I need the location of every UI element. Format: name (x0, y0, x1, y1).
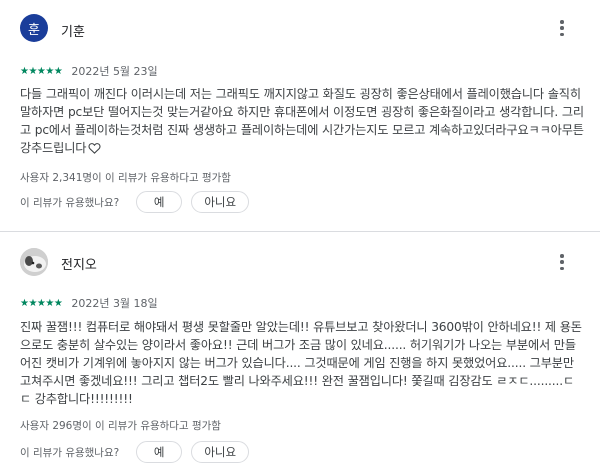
no-button[interactable]: 아니요 (191, 441, 250, 463)
review-card: 훈 기훈 ★★★★★ 2022년 5월 23일 다들 그래픽이 깨진다 이러시는… (0, 0, 600, 232)
review-date: 2022년 5월 23일 (71, 65, 158, 78)
yes-button[interactable]: 예 (136, 441, 183, 463)
star-rating-icon: ★★★★★ (20, 297, 63, 309)
rating-row: ★★★★★ 2022년 3월 18일 (20, 296, 158, 310)
avatar (20, 248, 48, 276)
more-options-icon[interactable] (556, 18, 568, 38)
review-body: 진짜 꿀잼!!! 컴퓨터로 해야돼서 평생 못할줄만 알았는데!! 유튜브보고 … (20, 320, 582, 406)
helpful-question: 이 리뷰가 유용했나요? (20, 196, 120, 209)
more-options-icon[interactable] (556, 252, 568, 272)
review-body: 다들 그래픽이 깨진다 이러시는데 저는 그래픽도 깨지지않고 화질도 굉장히 … (20, 87, 584, 155)
review-text: 다들 그래픽이 깨진다 이러시는데 저는 그래픽도 깨지지않고 화질도 굉장히 … (20, 85, 585, 157)
avatar: 훈 (20, 14, 48, 42)
avatar-letter: 훈 (28, 22, 40, 38)
reviewer-name: 전지오 (61, 258, 97, 273)
review-card: 전지오 ★★★★★ 2022년 3월 18일 진짜 꿀잼!!! 컴퓨터로 해야돼… (0, 232, 600, 476)
helpful-count: 사용자 296명이 이 리뷰가 유용하다고 평가함 (20, 420, 221, 432)
star-rating-icon: ★★★★★ (20, 65, 63, 77)
yes-button[interactable]: 예 (136, 191, 183, 213)
no-button[interactable]: 아니요 (191, 191, 250, 213)
helpful-question: 이 리뷰가 유용했나요? (20, 446, 120, 459)
rating-row: ★★★★★ 2022년 5월 23일 (20, 64, 158, 78)
review-text: 진짜 꿀잼!!! 컴퓨터로 해야돼서 평생 못할줄만 알았는데!! 유튜브보고 … (20, 318, 585, 408)
reviewer-name: 기훈 (61, 25, 85, 40)
review-date: 2022년 3월 18일 (71, 297, 158, 310)
helpful-question-row: 이 리뷰가 유용했나요? 예 아니요 (20, 189, 250, 215)
helpful-question-row: 이 리뷰가 유용했나요? 예 아니요 (20, 439, 250, 465)
profile-photo-icon (20, 248, 48, 276)
heart-outline-icon (88, 143, 101, 154)
helpful-count: 사용자 2,341명이 이 리뷰가 유용하다고 평가함 (20, 172, 231, 184)
